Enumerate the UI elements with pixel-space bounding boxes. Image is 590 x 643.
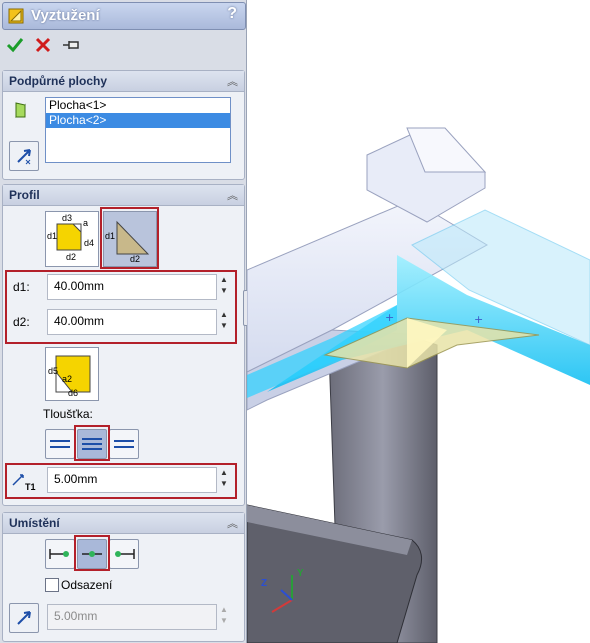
svg-text:+: +	[474, 313, 483, 326]
panel-title: Vyztužení	[31, 7, 100, 24]
thickness-one-side-button[interactable]	[45, 429, 75, 459]
help-button[interactable]: ?	[227, 5, 237, 23]
placement-header[interactable]: Umístění ︽	[3, 513, 244, 534]
d2-label: d2:	[13, 315, 30, 329]
graphics-viewport[interactable]: + + Z Y	[247, 0, 590, 643]
placement-end-button[interactable]	[109, 539, 139, 569]
profile-type-rectangular-button[interactable]: d3 a d1 d4 d2	[45, 211, 99, 267]
list-item[interactable]: Plocha<1>	[46, 98, 230, 113]
rib-feature-icon	[8, 8, 24, 24]
model-view: + +	[247, 127, 590, 643]
highlight-frame	[74, 535, 110, 571]
support-faces-group: Podpůrné plochy ︽ Plocha<1> Plocha<2>	[2, 70, 245, 180]
list-item[interactable]: Plocha<2>	[46, 113, 230, 128]
x-icon	[35, 37, 51, 53]
highlight-frame	[74, 425, 110, 461]
property-manager: Vyztužení ? Podpůrné plochy ︽ Plocha<1> …	[0, 0, 247, 643]
face-selection-icon	[15, 102, 26, 118]
support-faces-list[interactable]: Plocha<1> Plocha<2>	[45, 97, 231, 163]
offset-input[interactable]: 5.00mm	[47, 604, 217, 630]
profile-chamfer-button[interactable]: d5 a2 d6	[45, 347, 99, 401]
svg-text:+: +	[385, 311, 394, 324]
d1-input[interactable]: 40.00mm	[47, 274, 217, 300]
arrow-direction-icon	[17, 149, 31, 165]
profile-header[interactable]: Profil ︽	[3, 185, 244, 206]
thickness-right-icon	[114, 440, 134, 448]
placement-start-button[interactable]	[45, 539, 75, 569]
collapse-chevron-icon[interactable]: ︽	[227, 187, 238, 203]
placement-group: Umístění ︽ Odsazení 5.00mm ▲ ▼	[2, 512, 245, 642]
placement-end-icon	[115, 549, 135, 559]
thickness-other-side-button[interactable]	[109, 429, 139, 459]
cancel-button[interactable]	[32, 34, 54, 56]
offset-spinner[interactable]: ▲ ▼	[217, 604, 231, 628]
thickness-symbol: T1	[25, 482, 36, 492]
support-faces-header[interactable]: Podpůrné plochy ︽	[3, 71, 244, 92]
collapse-chevron-icon[interactable]: ︽	[227, 515, 238, 531]
arrow-direction-icon	[17, 611, 31, 625]
thickness-input[interactable]: 5.00mm	[47, 467, 217, 493]
placement-start-icon	[49, 549, 69, 559]
triad-y-label: Y	[297, 568, 304, 579]
highlight-frame	[100, 207, 159, 269]
triad-z-label: Z	[261, 578, 268, 589]
d2-input[interactable]: 40.00mm	[47, 309, 217, 335]
reverse-direction-button[interactable]	[9, 141, 39, 171]
offset-direction-button[interactable]	[9, 603, 39, 633]
thickness-spinner[interactable]: ▲ ▼	[217, 467, 231, 491]
profile-group: Profil ︽ d3 a d1 d4 d2 d1 d2 d1: 40.00mm…	[2, 184, 245, 506]
thickness-left-icon	[50, 440, 70, 448]
d1-label: d1:	[13, 280, 30, 294]
pushpin-icon	[63, 41, 79, 49]
title-bar: Vyztužení ?	[2, 2, 246, 30]
offset-checkbox[interactable]	[45, 578, 59, 592]
thickness-label: Tloušťka:	[43, 407, 93, 421]
offset-label: Odsazení	[61, 578, 113, 592]
confirm-bar	[2, 32, 244, 58]
pin-button[interactable]	[60, 34, 82, 56]
d2-spinner[interactable]: ▲ ▼	[217, 309, 231, 333]
ok-button[interactable]	[4, 34, 26, 56]
checkmark-icon	[6, 38, 24, 53]
d1-spinner[interactable]: ▲ ▼	[217, 274, 231, 298]
collapse-chevron-icon[interactable]: ︽	[227, 73, 238, 89]
